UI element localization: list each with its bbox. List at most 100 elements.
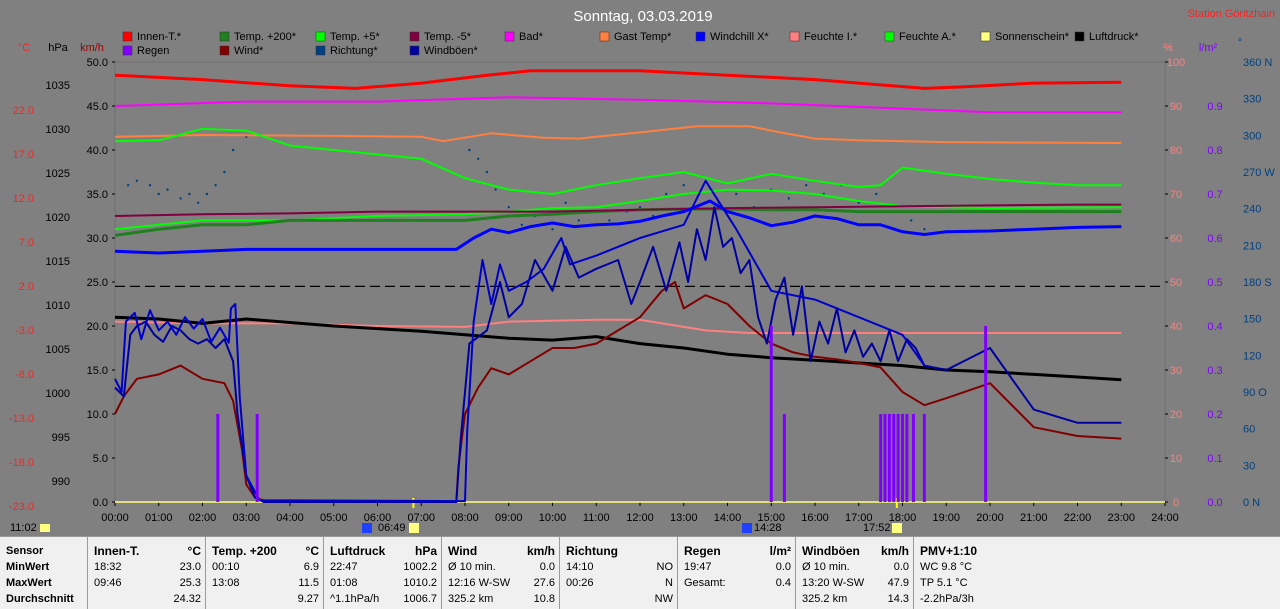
pressure-tick-label: 1030 <box>46 124 70 136</box>
rain-axis-unit: l/m² <box>1199 42 1218 54</box>
legend-swatch <box>789 31 800 42</box>
legend-swatch <box>409 45 420 56</box>
wind-tick-label: 40.0 <box>87 145 108 157</box>
humidity-tick-label: 90 <box>1170 101 1182 113</box>
legend-label: Temp. -5* <box>424 31 472 43</box>
stats-pmv-trend: -2.2hPa/3h <box>920 593 974 605</box>
stats-richtung-value1: NO <box>656 561 674 573</box>
rain-tick-label: 0.9 <box>1207 101 1222 113</box>
x-tick-label: 03:00 <box>232 512 260 524</box>
humidity-tick-label: 50 <box>1170 277 1182 289</box>
chart-title: Sonntag, 03.03.2019 <box>573 8 712 25</box>
x-tick-label: 16:00 <box>801 512 829 524</box>
direction-point <box>476 157 480 160</box>
direction-tick-label: 210 <box>1243 240 1261 252</box>
stats-richtung-time1: 14:10 <box>566 561 594 573</box>
stats-pmv-title: PMV+1:10 <box>920 544 978 558</box>
direction-point <box>735 192 738 196</box>
stats-innen-unit: °C <box>187 544 201 558</box>
stats-max-label: MaxWert <box>6 577 52 589</box>
stats-avg-label: Durchschnitt <box>6 593 74 605</box>
pressure-tick-label: 1010 <box>46 300 70 312</box>
temp-tick-label: -18.0 <box>9 457 34 469</box>
direction-tick-label: 240 <box>1243 204 1261 216</box>
wind-tick-label: 15.0 <box>87 365 108 377</box>
legend-swatch <box>315 31 326 42</box>
direction-point <box>608 219 611 222</box>
direction-tick-label: 0 N <box>1243 497 1260 509</box>
weather-chart: Sonntag, 03.03.2019 Station Göritzhain Inn… <box>9 8 1275 534</box>
x-tick-label: 22:00 <box>1064 512 1092 524</box>
direction-tick-label: 150 <box>1243 314 1261 326</box>
legend-label: Richtung* <box>330 45 378 57</box>
direction-point <box>507 206 510 209</box>
x-tick-label: 20:00 <box>976 512 1004 524</box>
direction-point <box>520 223 524 226</box>
direction-tick-label: 90 O <box>1243 387 1267 399</box>
stats-regen-column: Regen l/m² 19:47 0.0 Gesamt: 0.4 <box>678 537 796 609</box>
legend-label: Wind* <box>234 45 264 57</box>
humidity-tick-label: 60 <box>1170 233 1182 245</box>
pressure-tick-label: 1005 <box>46 344 70 356</box>
direction-point <box>805 184 808 187</box>
stats-wind-title: Wind <box>448 544 478 558</box>
direction-point <box>787 197 790 200</box>
direction-point <box>166 188 169 191</box>
direction-tick-label: 60 <box>1243 424 1255 436</box>
humidity-tick-label: 70 <box>1170 189 1182 201</box>
direction-tick-label: 300 <box>1243 130 1261 142</box>
legend-swatch <box>884 31 895 42</box>
rain-bar <box>892 414 896 502</box>
sunset-label: 17:52 <box>863 522 891 534</box>
stats-wind-avg10: Ø 10 min. <box>448 561 496 573</box>
x-tick-label: 02:00 <box>189 512 217 524</box>
rain-bar <box>896 414 900 502</box>
humidity-tick-label: 0 <box>1173 497 1179 509</box>
x-tick-label: 00:00 <box>101 512 129 524</box>
direction-point <box>638 206 642 209</box>
direction-point <box>179 197 182 200</box>
daylength-sun-icon <box>40 524 50 532</box>
direction-point <box>214 184 217 187</box>
direction-point <box>231 148 235 152</box>
sunset-sun-icon <box>892 523 902 533</box>
stats-regen-total-label: Gesamt: <box>684 577 726 589</box>
series-line <box>114 199 1122 255</box>
rain-tick-label: 0.7 <box>1207 189 1222 201</box>
legend-swatch <box>219 45 230 56</box>
legend-swatch <box>122 31 133 42</box>
stats-innen-min-value: 23.0 <box>179 561 201 573</box>
legend-swatch <box>219 31 230 42</box>
direction-tick-label: 330 <box>1243 94 1261 106</box>
direction-tick-label: 30 <box>1243 460 1255 472</box>
stats-innen-column: Innen-T. °C 18:32 23.0 09:46 25.3 24.32 <box>88 537 206 609</box>
temp-tick-label: -23.0 <box>9 501 34 513</box>
direction-point <box>682 184 685 187</box>
stats-wind-avg10-value: 0.0 <box>539 561 555 573</box>
stats-windboeen-avg10: Ø 10 min. <box>802 561 850 573</box>
station-name: Station Göritzhain <box>1188 8 1275 20</box>
x-tick-label: 07:00 <box>407 512 435 524</box>
legend-swatch <box>315 45 326 56</box>
x-tick-label: 04:00 <box>276 512 304 524</box>
rain-bar <box>883 414 887 502</box>
pressure-tick-label: 1015 <box>46 256 70 268</box>
legend-label: Temp. +5* <box>330 31 381 43</box>
wind-tick-label: 0.0 <box>93 497 108 509</box>
pressure-tick-label: 990 <box>52 476 70 488</box>
legend-label: Luftdruck* <box>1089 31 1139 43</box>
rain-bar <box>905 414 909 502</box>
humidity-tick-label: 10 <box>1170 453 1182 465</box>
x-tick-label: 09:00 <box>495 512 523 524</box>
stats-pmv-tp: TP 5.1 °C <box>920 577 968 589</box>
rain-bar <box>984 326 988 502</box>
sunrise-label: 06:49 <box>378 522 406 534</box>
rain-bar <box>887 414 891 502</box>
x-tick-label: 14:00 <box>714 512 742 524</box>
stats-windboeen-max-time: 13:20 W-SW <box>802 577 865 589</box>
series-line <box>114 96 1122 114</box>
stats-luftdruck-trend: ^1.1hPa/h <box>330 593 380 605</box>
stats-wind-max-value: 27.6 <box>533 577 555 589</box>
stats-temp200-min-time: 00:10 <box>212 561 240 573</box>
direction-point <box>223 170 226 174</box>
